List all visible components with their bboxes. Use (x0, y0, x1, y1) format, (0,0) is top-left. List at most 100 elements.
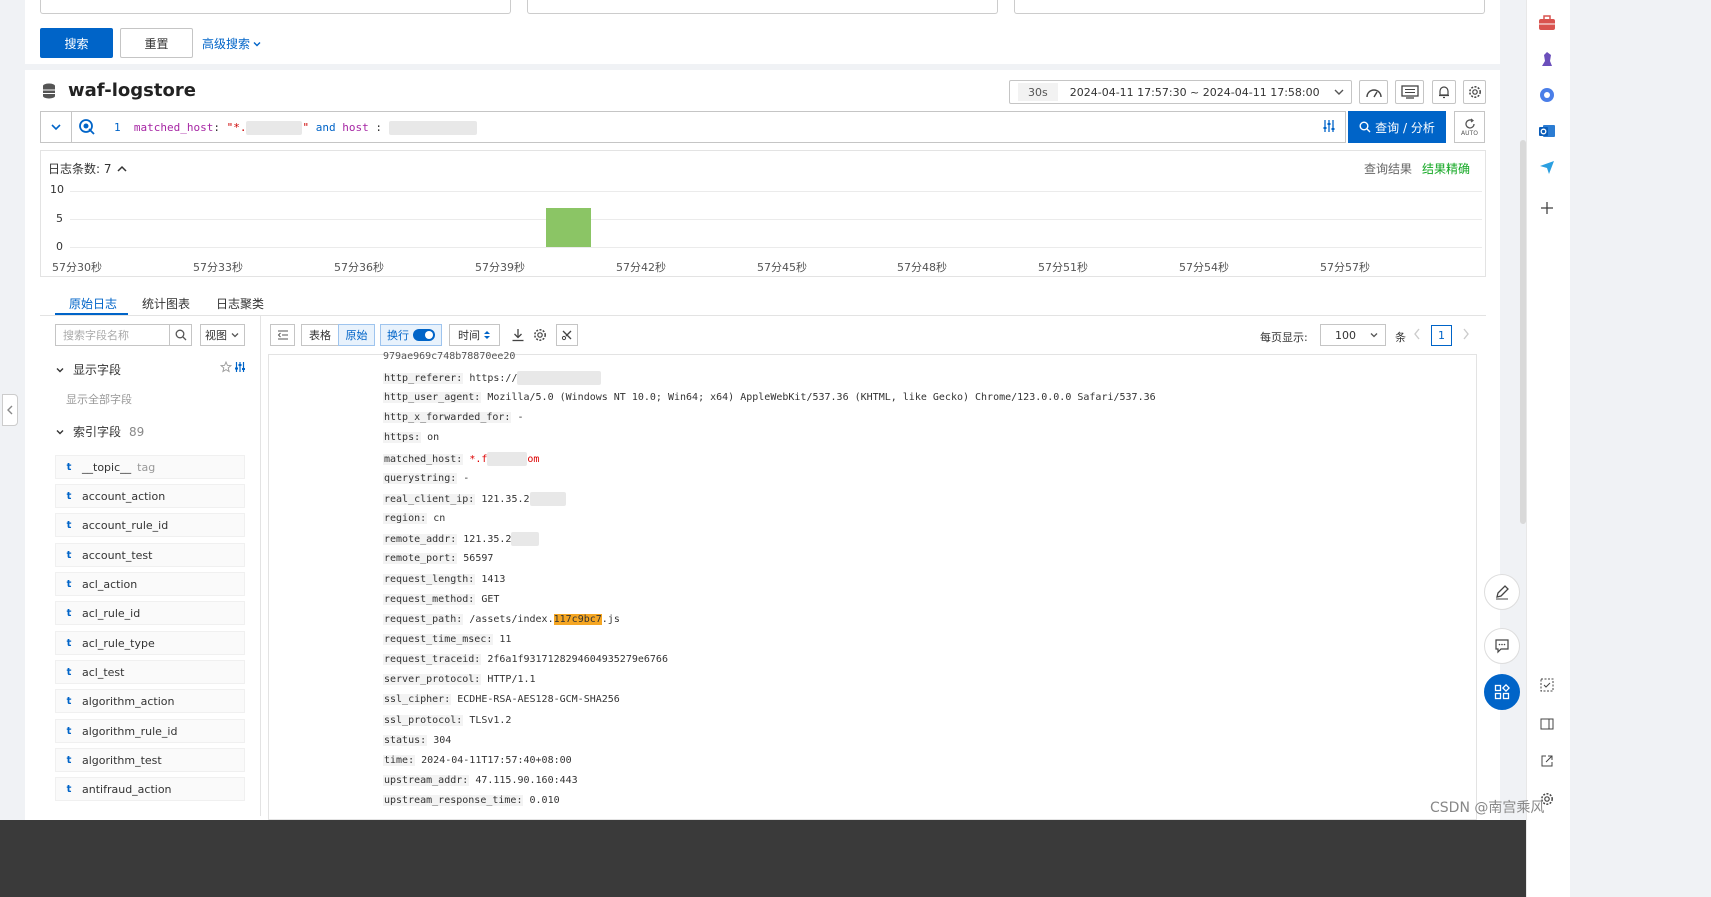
log-key[interactable]: https: (383, 432, 422, 443)
display-fields-section[interactable]: 显示字段 (55, 361, 121, 378)
auto-refresh-button[interactable]: AUTO (1454, 111, 1485, 143)
field-item[interactable]: t __topic__ tag (55, 455, 245, 479)
log-key[interactable]: status: (383, 735, 428, 746)
table-view-button[interactable]: 表格 (301, 324, 339, 346)
screenshot-icon[interactable] (1536, 674, 1558, 696)
field-item[interactable]: t acl_rule_id (55, 601, 245, 625)
filter-input-3[interactable] (1014, 0, 1485, 14)
field-search-input[interactable]: 搜索字段名称 (55, 324, 170, 346)
copilot-button[interactable] (74, 113, 100, 141)
copilot-app-icon[interactable] (1536, 84, 1558, 106)
raw-view-button[interactable]: 原始 (338, 324, 375, 346)
field-item[interactable]: t account_action (55, 484, 245, 508)
view-select[interactable]: 视图 (200, 324, 245, 346)
filter-input-1[interactable] (40, 0, 511, 14)
per-page-select[interactable]: 100 (1320, 324, 1386, 346)
field-item[interactable]: t algorithm_rule_id (55, 719, 245, 743)
settings-button[interactable] (1463, 80, 1486, 104)
sidebar-panel-icon[interactable] (1536, 713, 1558, 735)
log-value[interactable]: 304 (433, 735, 451, 746)
collapse-sidebar-button[interactable] (270, 324, 295, 346)
log-value[interactable]: 121.35.2 (463, 534, 511, 545)
tab-statistics-chart[interactable]: 统计图表 (142, 295, 190, 312)
field-item[interactable]: t acl_rule_type (55, 631, 245, 655)
field-item[interactable]: t algorithm_action (55, 689, 245, 713)
log-value[interactable]: 47.115.90.160:443 (475, 775, 577, 786)
log-key[interactable]: request_traceid: (383, 654, 482, 665)
open-external-icon[interactable] (1536, 750, 1558, 772)
log-value[interactable]: Mozilla/5.0 (Windows NT 10.0; Win64; x64… (487, 392, 1155, 403)
edit-float-button[interactable] (1484, 574, 1520, 610)
histogram-bar[interactable] (546, 207, 591, 247)
field-item[interactable]: t antifraud_action (55, 777, 245, 801)
add-icon[interactable] (1536, 197, 1558, 219)
log-value[interactable]: 0.010 (530, 795, 560, 806)
field-item[interactable]: t acl_action (55, 572, 245, 596)
log-count[interactable]: 日志条数: 7 (48, 160, 128, 177)
log-key[interactable]: time: (383, 755, 416, 766)
dashboard-gauge-button[interactable] (1359, 80, 1388, 104)
log-value[interactable]: 2f6a1f9317128294604935279e6766 (487, 654, 668, 665)
log-value[interactable]: /assets/index. (469, 614, 553, 625)
field-settings-icon[interactable] (234, 361, 246, 376)
log-key[interactable]: upstream_response_time: (383, 795, 524, 806)
time-range-picker[interactable]: 30s 2024-04-11 17:57:30 ~ 2024-04-11 17:… (1009, 80, 1352, 104)
search-button[interactable]: 搜索 (40, 28, 113, 58)
log-key[interactable]: matched_host: (383, 454, 464, 465)
send-icon[interactable] (1536, 156, 1558, 178)
download-icon[interactable] (511, 328, 525, 345)
prev-page-icon[interactable] (1412, 327, 1422, 344)
log-key[interactable]: http_referer: (383, 373, 464, 384)
toolbox-icon[interactable] (1536, 12, 1558, 34)
log-key[interactable]: ssl_protocol: (383, 715, 464, 726)
gear-icon[interactable] (533, 328, 547, 345)
chess-icon[interactable] (1536, 48, 1558, 70)
field-item[interactable]: t algorithm_test (55, 748, 245, 772)
log-value[interactable]: 56597 (463, 553, 493, 564)
log-value[interactable]: 121.35.2 (481, 494, 529, 505)
log-value[interactable]: https:// (469, 373, 517, 384)
apps-float-button[interactable] (1484, 674, 1520, 710)
log-key[interactable]: request_length: (383, 574, 476, 585)
log-key[interactable]: querystring: (383, 473, 458, 484)
log-value[interactable]: 2024-04-11T17:57:40+08:00 (421, 755, 572, 766)
log-key[interactable]: upstream_addr: (383, 775, 470, 786)
left-collapse-handle[interactable] (2, 394, 18, 426)
log-key[interactable]: http_user_agent: (383, 392, 482, 403)
show-all-fields-link[interactable]: 显示全部字段 (66, 391, 132, 407)
log-key[interactable]: remote_port: (383, 553, 458, 564)
field-item[interactable]: t acl_test (55, 660, 245, 684)
log-key[interactable]: request_method: (383, 594, 476, 605)
log-value[interactable]: *.f (469, 454, 487, 465)
log-value[interactable]: HTTP/1.1 (487, 674, 535, 685)
log-key[interactable]: ssl_cipher: (383, 694, 452, 705)
index-fields-section[interactable]: 索引字段 89 (55, 423, 144, 440)
log-key[interactable]: region: (383, 513, 428, 524)
field-item[interactable]: t account_test (55, 543, 245, 567)
log-value[interactable]: TLSv1.2 (469, 715, 511, 726)
tab-log-clustering[interactable]: 日志聚类 (216, 295, 264, 312)
log-value[interactable]: - (463, 473, 469, 484)
next-page-icon[interactable] (1461, 327, 1471, 344)
filter-input-2[interactable] (527, 0, 998, 14)
log-value[interactable]: GET (481, 594, 499, 605)
scrollbar[interactable] (1520, 140, 1526, 524)
tab-raw-logs[interactable]: 原始日志 (69, 295, 117, 312)
query-history-toggle[interactable] (40, 111, 72, 143)
tools-button[interactable] (556, 324, 578, 346)
current-page[interactable]: 1 (1431, 325, 1452, 346)
feedback-float-button[interactable] (1484, 628, 1520, 664)
log-key[interactable]: remote_addr: (383, 534, 458, 545)
log-value[interactable]: 1413 (481, 574, 505, 585)
log-key[interactable]: request_path: (383, 614, 464, 625)
log-value[interactable]: - (517, 412, 523, 423)
field-search-button[interactable] (170, 324, 192, 346)
log-key[interactable]: server_protocol: (383, 674, 482, 685)
log-value[interactable]: 11 (499, 634, 511, 645)
query-analyze-button[interactable]: 查询 / 分析 (1348, 111, 1446, 143)
star-icon[interactable] (219, 360, 233, 376)
log-value[interactable]: on (427, 432, 439, 443)
field-item[interactable]: t account_rule_id (55, 513, 245, 537)
log-key[interactable]: http_x_forwarded_for: (383, 412, 512, 423)
alert-button[interactable] (1432, 80, 1456, 104)
